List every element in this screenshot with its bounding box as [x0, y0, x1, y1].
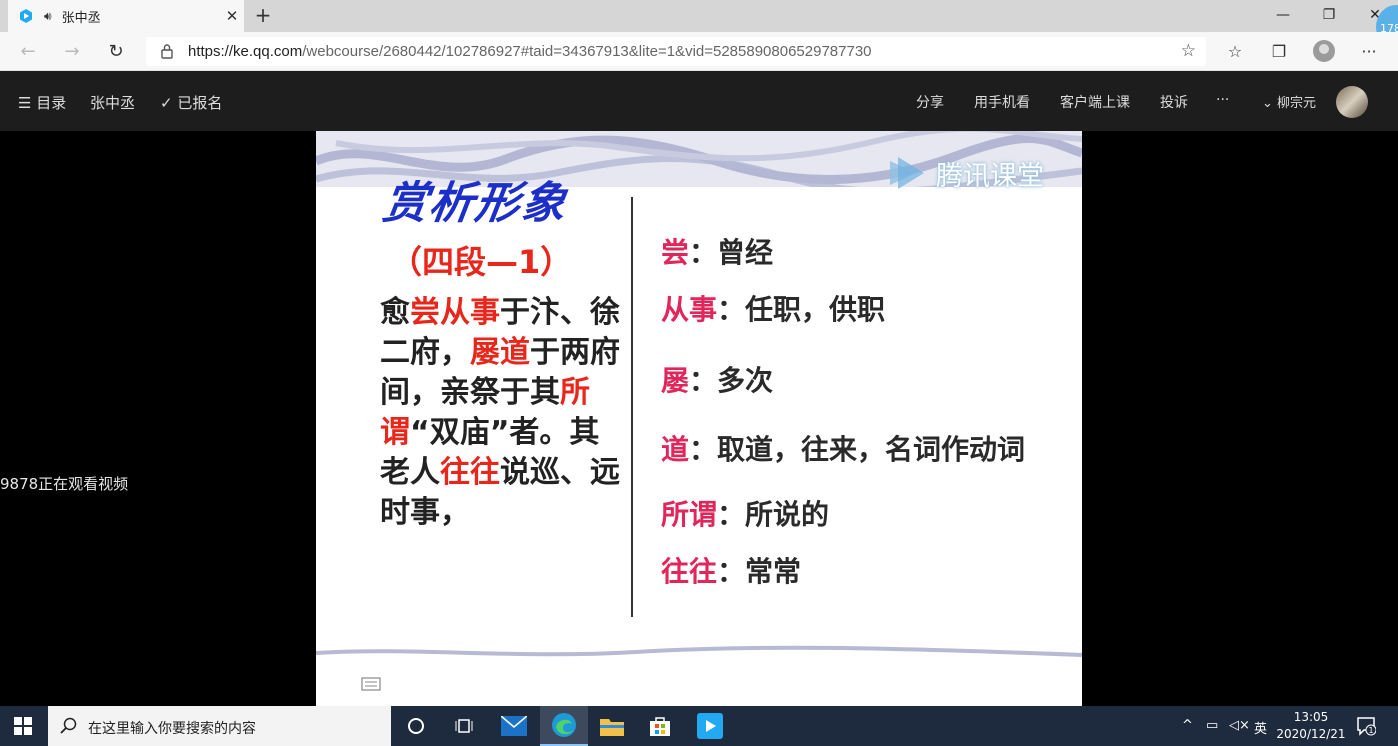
gloss-item: 往往：常常 [661, 550, 801, 590]
forward-arrow-icon[interactable]: → [60, 39, 84, 63]
search-placeholder: 在这里输入你要搜索的内容 [88, 721, 256, 737]
url-text: https://ke.qq.com/webcourse/2680442/1027… [188, 43, 872, 60]
gloss-meaning: ：曾经 [689, 236, 774, 269]
passage-keyword: 尝从事 [410, 295, 500, 330]
clock-time: 13:05 [1293, 710, 1329, 724]
settings-more-icon[interactable]: ··· [1358, 40, 1380, 62]
taskbar-search-box[interactable]: 在这里输入你要搜索的内容 [48, 706, 391, 746]
gloss-term: 往往 [661, 555, 718, 588]
video-stage: 9878正在观看视频 腾讯课堂 赏析形象 （四段—1） 愈尝从事于汴、徐二府，屡… [0, 131, 1398, 706]
teacher-menu[interactable]: ⌄ 柳宗元 [1262, 92, 1316, 111]
new-tab-button[interactable]: + [252, 4, 274, 26]
search-icon [60, 717, 77, 734]
volume-muted-icon[interactable]: ◁× [1229, 718, 1250, 733]
clock-date: 2020/12/21 [1276, 727, 1346, 741]
share-link[interactable]: 分享 [916, 92, 944, 112]
back-arrow-icon[interactable]: ← [16, 39, 40, 63]
cortana-icon[interactable] [392, 706, 440, 746]
logo-text: 腾讯课堂 [936, 160, 1044, 192]
audio-playing-icon[interactable]: 🔊︎ [44, 9, 52, 24]
menu-icon: ☰ [18, 94, 37, 112]
more-menu-button[interactable]: ··· [1216, 92, 1229, 108]
gloss-term: 道 [661, 433, 690, 466]
network-icon[interactable]: ▭ [1206, 718, 1218, 733]
gloss-meaning: ：任职，供职 [717, 293, 886, 326]
tencent-classroom-favicon-icon [20, 9, 32, 23]
client-link[interactable]: 客户端上课 [1060, 92, 1130, 112]
gloss-meaning: ：常常 [717, 555, 802, 588]
favorites-icon[interactable]: ☆ [1224, 40, 1246, 62]
minimize-button[interactable]: — [1260, 0, 1306, 30]
tencent-classroom-app-icon[interactable] [686, 706, 734, 746]
course-title: 张中丞 [90, 94, 136, 112]
mail-icon[interactable] [490, 706, 538, 746]
browser-tab[interactable]: 🔊︎ 张中丞 ✕ [8, 0, 244, 32]
enrolled-status: ✓ 已报名 [160, 92, 222, 113]
gloss-item: 尝：曾经 [661, 231, 773, 271]
gloss-term: 从事 [661, 293, 718, 326]
enrolled-label: 已报名 [177, 94, 223, 112]
catalog-label: 目录 [36, 94, 67, 112]
restore-button[interactable]: ❐ [1306, 0, 1352, 30]
gloss-meaning: ：多次 [689, 364, 774, 397]
favorite-star-icon[interactable]: ☆ [1181, 41, 1196, 61]
profile-icon[interactable] [1313, 40, 1335, 62]
viewer-count: 9878正在观看视频 [0, 475, 129, 493]
tray-expand-icon[interactable]: ^ [1182, 718, 1193, 733]
url-path: /webcourse/2680442/102786927#taid=343679… [302, 43, 872, 60]
slide-subtitle: （四段—1） [390, 243, 573, 281]
tencent-classroom-logo: 腾讯课堂 [884, 153, 1044, 193]
task-view-icon[interactable] [440, 706, 488, 746]
file-explorer-icon[interactable] [588, 706, 636, 746]
classical-passage: 愈尝从事于汴、徐二府，屡道于两府间，亲祭于其所谓“双庙”者。其老人往往说巡、远时… [380, 293, 620, 533]
tab-close-icon[interactable]: ✕ [220, 7, 244, 25]
catalog-button[interactable]: ☰ 目录 [18, 92, 66, 113]
check-icon: ✓ [160, 94, 178, 112]
passage-text: 愈 [380, 295, 410, 330]
windows-start-icon[interactable] [14, 717, 32, 735]
bottom-wave-decoration [316, 645, 1082, 657]
gloss-item: 道：取道，往来，名词作动词 [661, 428, 1025, 468]
passage-keyword: 屡道 [470, 335, 530, 370]
url-host: https://ke.qq.com [188, 43, 303, 60]
complaint-link[interactable]: 投诉 [1160, 92, 1188, 112]
slide-notes-icon[interactable] [361, 677, 381, 691]
reload-icon[interactable]: ↻ [104, 39, 128, 63]
edge-browser-icon[interactable] [540, 706, 588, 746]
tab-title: 张中丞 [61, 10, 101, 26]
gloss-item: 从事：任职，供职 [661, 288, 885, 328]
notification-count: 1 [1368, 726, 1373, 735]
chevron-down-icon: ⌄ [1262, 96, 1278, 111]
teacher-name: 柳宗元 [1277, 96, 1317, 111]
notification-icon[interactable]: 1 [1356, 716, 1376, 736]
gloss-meaning: ：所说的 [717, 498, 830, 531]
lock-icon [161, 44, 173, 59]
gloss-term: 尝 [661, 236, 690, 269]
gloss-item: 所谓：所说的 [661, 493, 829, 533]
play-logo-icon [890, 157, 924, 189]
course-header: ☰ 目录 张中丞 ✓ 已报名 分享 用手机看 客户端上课 投诉 ··· ⌄ 柳宗… [0, 71, 1398, 131]
slide-title: 赏析形象 [379, 178, 571, 229]
system-clock[interactable]: 13:05 2020/12/21 [1268, 709, 1354, 743]
browser-tab-strip: 🔊︎ 张中丞 ✕ + — ❐ ✕ 178 [0, 0, 1398, 49]
microsoft-store-icon[interactable] [636, 706, 684, 746]
gloss-meaning: ：取道，往来，名词作动词 [689, 433, 1026, 466]
column-divider [631, 197, 633, 617]
passage-keyword: 往往 [440, 455, 500, 490]
browser-toolbar: ← → ↻ https://ke.qq.com/webcourse/268044… [0, 32, 1398, 71]
gloss-item: 屡：多次 [661, 359, 773, 399]
avatar[interactable] [1336, 86, 1368, 118]
lesson-slide[interactable]: 腾讯课堂 赏析形象 （四段—1） 愈尝从事于汴、徐二府，屡道于两府间，亲祭于其所… [316, 131, 1082, 706]
collections-icon[interactable]: ❐ [1268, 40, 1290, 62]
mobile-watch-link[interactable]: 用手机看 [974, 92, 1030, 112]
windows-taskbar: 在这里输入你要搜索的内容 ^ ▭ ◁× 英 13:05 2020/12/21 1 [0, 706, 1398, 746]
address-bar[interactable]: https://ke.qq.com/webcourse/2680442/1027… [146, 37, 1206, 66]
ime-indicator[interactable]: 英 [1254, 718, 1267, 737]
gloss-term: 屡 [661, 364, 690, 397]
gloss-term: 所谓 [661, 498, 718, 531]
